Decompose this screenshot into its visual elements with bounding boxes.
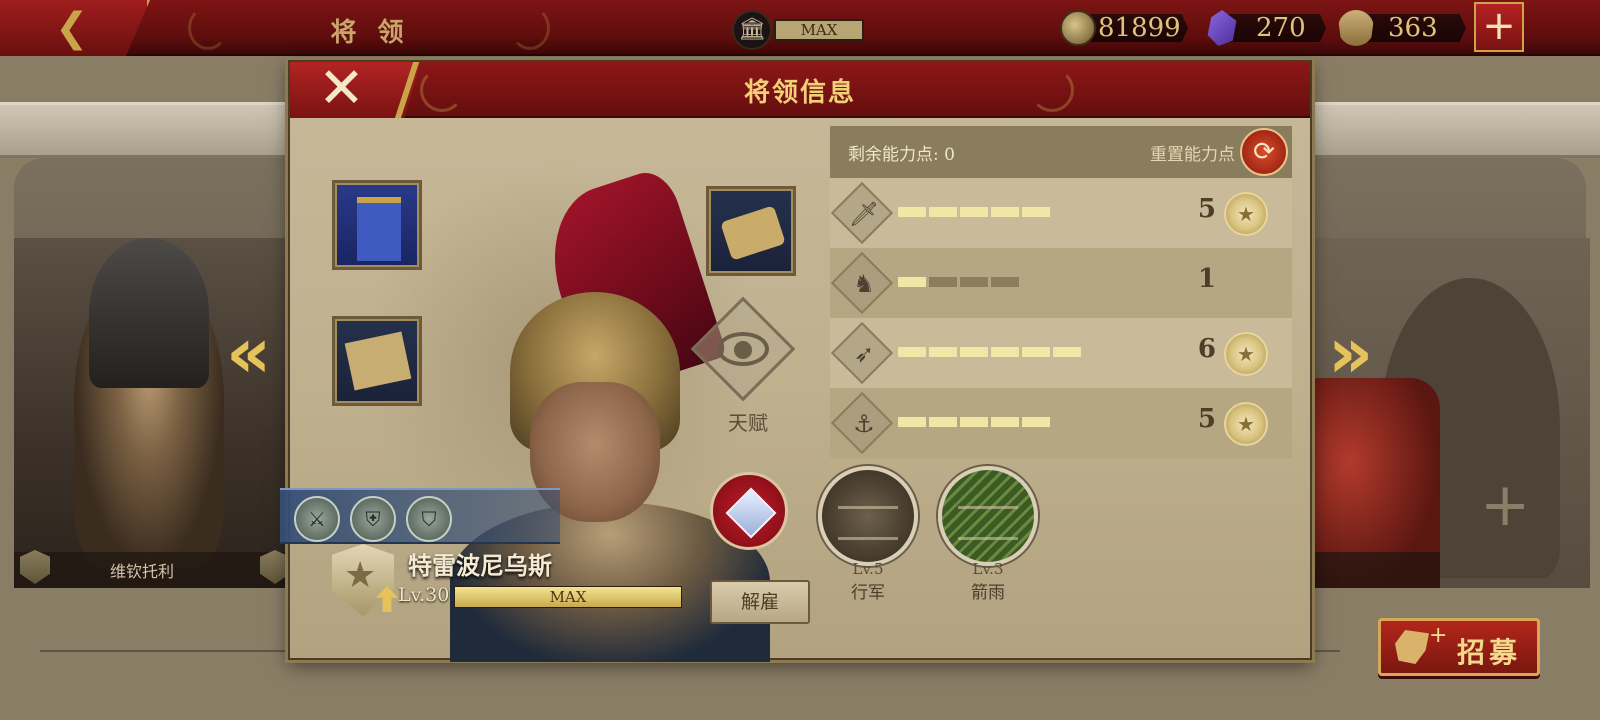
add-general-icon[interactable]: + <box>1480 470 1530 540</box>
gem-amount: 270 <box>1226 14 1326 42</box>
gold-amount: 81899 <box>1082 14 1188 42</box>
skill-badge-strip: ⚔ ⛨ ⛉ <box>280 488 560 544</box>
laurel-right-decoration <box>510 6 550 50</box>
coin-icon <box>1060 10 1096 46</box>
stat-pip <box>960 277 988 287</box>
stat-value: 5 <box>1197 194 1216 224</box>
stat-pip <box>991 207 1019 217</box>
general-card-right[interactable] <box>1290 238 1590 588</box>
screen-title: 将 领 <box>330 18 410 48</box>
add-resource-button[interactable]: + <box>1474 2 1524 52</box>
capacity-indicator[interactable]: 🏛 MAX <box>732 10 866 50</box>
dialog-header: ✕ 将领信息 <box>290 62 1310 118</box>
laurel-right-decoration <box>1030 68 1074 112</box>
stat-row: ➶ 6 <box>830 318 1292 388</box>
stat-pip <box>960 207 988 217</box>
stat-pip <box>960 347 988 357</box>
stat-pip <box>991 277 1019 287</box>
stat-value: 1 <box>1197 264 1216 294</box>
spartan-helmet-icon <box>1395 630 1429 664</box>
stat-pip <box>1022 417 1050 427</box>
dialog-title: 将领信息 <box>743 78 856 108</box>
march-icon <box>818 466 918 566</box>
stat-pip <box>898 277 926 287</box>
stat-pip <box>898 347 926 357</box>
remaining-points-label: 剩余能力点: 0 <box>848 145 955 165</box>
stat-pip <box>960 417 988 427</box>
recruit-label: 招募 <box>1457 636 1522 669</box>
stat-row: 🗡 5 <box>830 178 1292 248</box>
banner-equipment-icon[interactable] <box>332 180 422 270</box>
stat-pip <box>929 207 957 217</box>
ability-level: Lv.5 <box>852 560 884 578</box>
skill-badge-icon[interactable]: ⛨ <box>350 496 396 542</box>
card-name-bar <box>1290 552 1440 588</box>
medal-icon[interactable] <box>1224 402 1268 446</box>
spqr-icon <box>1338 10 1374 46</box>
talent-label: 天赋 <box>728 411 768 435</box>
winged-helmet <box>89 238 209 388</box>
recruit-button[interactable]: + 招募 <box>1378 618 1540 676</box>
scroll-equipment-icon[interactable] <box>706 186 796 276</box>
temple-icon: 🏛 <box>732 10 772 50</box>
anchor-icon: ⚓ <box>853 410 875 438</box>
sword-icon: 🗡 <box>848 200 880 228</box>
level-progress-bar: MAX <box>454 586 682 608</box>
stat-value: 5 <box>1197 404 1216 434</box>
stat-pip <box>1053 347 1081 357</box>
stat-pip <box>991 417 1019 427</box>
star-icon: ★ <box>344 555 377 596</box>
arrow-rain-icon <box>938 466 1038 566</box>
dismiss-button[interactable]: 解雇 <box>710 580 810 624</box>
medal-icon[interactable] <box>1224 192 1268 236</box>
stat-pip <box>898 417 926 427</box>
level-bar-text: MAX <box>549 588 587 606</box>
map-equipment-icon[interactable] <box>332 316 422 406</box>
reset-points-label: 重置能力点 <box>1150 145 1235 165</box>
gold-resource[interactable]: 81899 <box>1060 10 1188 46</box>
stat-pip <box>898 207 926 217</box>
general-card-left[interactable]: 维钦托利 <box>14 238 304 588</box>
stat-pip <box>929 277 957 287</box>
back-arrow-icon: ❮ <box>55 5 89 51</box>
back-button[interactable]: ❮ <box>0 0 150 56</box>
stat-value: 6 <box>1197 334 1216 364</box>
next-general-chevron-icon[interactable]: » <box>1328 318 1373 388</box>
laurel-left-decoration <box>188 6 228 50</box>
recruit-plus: + <box>1429 623 1448 648</box>
ability-points-header: 剩余能力点: 0 重置能力点 ⟳ <box>830 126 1292 178</box>
stat-pip <box>929 417 957 427</box>
reset-points-button[interactable]: ⟳ <box>1240 128 1288 176</box>
horse-icon: ♞ <box>853 270 875 298</box>
ability-name: 行军 <box>851 583 885 603</box>
stat-pip <box>991 347 1019 357</box>
gem-slot-button[interactable] <box>710 472 788 550</box>
level-label: Lv.30 <box>398 584 450 606</box>
skill-badge-icon[interactable]: ⚔ <box>294 496 340 542</box>
close-icon: ✕ <box>318 56 365 121</box>
top-bar: ❮ 将 领 🏛 MAX 81899 270 363 + <box>0 0 1600 56</box>
bow-icon: ➶ <box>853 340 875 368</box>
prev-general-chevron-icon[interactable]: « <box>226 318 271 388</box>
spqr-amount: 363 <box>1360 14 1466 42</box>
gem-resource[interactable]: 270 <box>1204 10 1326 46</box>
general-info-dialog: ✕ 将领信息 天赋 ⚔ ⛨ ⛉ ★ 特雷波尼乌斯 Lv.30 MAX 解雇 剩余… <box>280 60 1312 662</box>
capacity-bar: MAX <box>774 19 864 41</box>
spqr-resource[interactable]: 363 <box>1338 10 1466 46</box>
general-name-left: 维钦托利 <box>110 562 175 581</box>
ability-level: Lv.3 <box>972 560 1004 578</box>
eye-icon <box>717 332 769 366</box>
medal-icon[interactable] <box>1224 332 1268 376</box>
stat-row: ⚓ 5 <box>830 388 1292 458</box>
stat-row: ♞ 1 <box>830 248 1292 318</box>
stat-pip <box>1022 347 1050 357</box>
skill-badge-icon[interactable]: ⛉ <box>406 496 452 542</box>
ability-name: 箭雨 <box>971 583 1005 603</box>
general-name: 特雷波尼乌斯 <box>408 551 552 580</box>
stat-pip <box>929 347 957 357</box>
laurel-left-decoration <box>420 68 464 112</box>
stat-pip <box>1022 207 1050 217</box>
